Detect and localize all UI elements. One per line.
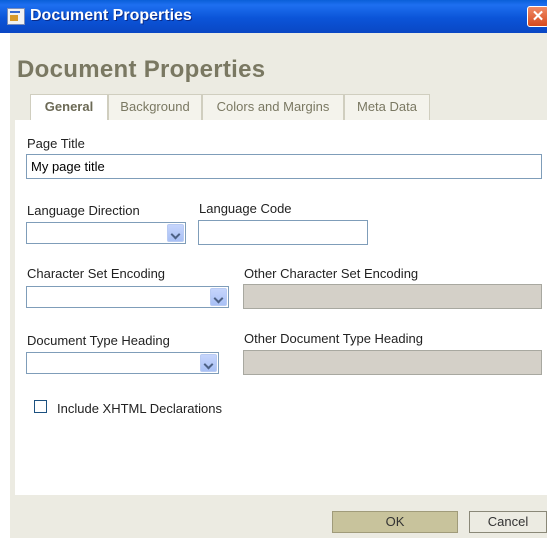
other-doctype-label: Other Document Type Heading	[244, 331, 423, 346]
page-title-input[interactable]	[26, 154, 542, 179]
doctype-label: Document Type Heading	[27, 333, 170, 348]
window-title: Document Properties	[30, 7, 192, 24]
chevron-down-icon[interactable]	[200, 354, 217, 372]
title-bar[interactable]: Document Properties ✕	[0, 0, 547, 33]
other-charset-label: Other Character Set Encoding	[244, 266, 419, 281]
language-code-input[interactable]	[198, 220, 368, 245]
charset-label: Character Set Encoding	[27, 266, 166, 281]
xhtml-label[interactable]: Include XHTML Declarations	[57, 401, 222, 416]
language-code-label: Language Code	[199, 201, 292, 216]
cancel-button[interactable]: Cancel	[469, 511, 547, 533]
chevron-down-icon[interactable]	[210, 288, 227, 306]
charset-select[interactable]	[26, 286, 229, 308]
chevron-down-icon[interactable]	[167, 224, 184, 242]
document-icon	[7, 8, 25, 25]
ok-button[interactable]: OK	[332, 511, 458, 533]
language-direction-select[interactable]	[26, 222, 186, 244]
tab-general[interactable]: General	[30, 94, 108, 121]
other-charset-input	[243, 284, 542, 309]
tab-meta-data[interactable]: Meta Data	[344, 94, 430, 120]
page-title-label: Page Title	[27, 136, 85, 151]
dialog-heading: Document Properties	[17, 56, 266, 83]
close-icon[interactable]: ✕	[527, 6, 547, 27]
other-doctype-input	[243, 350, 542, 375]
doctype-select[interactable]	[26, 352, 219, 374]
tab-colors-and-margins[interactable]: Colors and Margins	[202, 94, 344, 120]
dialog-footer	[10, 497, 547, 538]
tab-background[interactable]: Background	[108, 94, 202, 120]
xhtml-checkbox[interactable]	[34, 400, 47, 413]
language-direction-label: Language Direction	[27, 203, 140, 218]
